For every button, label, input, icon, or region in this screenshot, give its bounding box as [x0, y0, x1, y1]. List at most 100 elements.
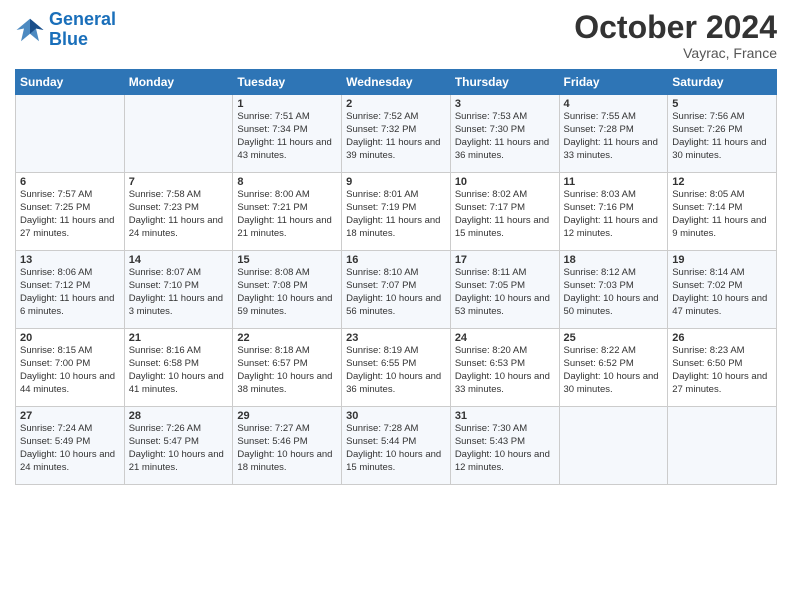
logo: General Blue [15, 10, 116, 50]
cell-content: Sunrise: 7:58 AM Sunset: 7:23 PM Dayligh… [129, 189, 229, 240]
cell-content: Sunrise: 7:53 AM Sunset: 7:30 PM Dayligh… [455, 111, 555, 162]
calendar-cell: 3Sunrise: 7:53 AM Sunset: 7:30 PM Daylig… [450, 95, 559, 173]
calendar-table: SundayMondayTuesdayWednesdayThursdayFrid… [15, 69, 777, 485]
location: Vayrac, France [574, 45, 777, 61]
day-header: Thursday [450, 70, 559, 95]
day-number: 9 [346, 176, 446, 188]
day-number: 23 [346, 332, 446, 344]
cell-content: Sunrise: 8:00 AM Sunset: 7:21 PM Dayligh… [237, 189, 337, 240]
day-number: 31 [455, 410, 555, 422]
calendar-cell: 24Sunrise: 8:20 AM Sunset: 6:53 PM Dayli… [450, 329, 559, 407]
day-number: 19 [672, 254, 772, 266]
calendar-cell: 2Sunrise: 7:52 AM Sunset: 7:32 PM Daylig… [342, 95, 451, 173]
title-block: October 2024 Vayrac, France [574, 10, 777, 61]
cell-content: Sunrise: 7:27 AM Sunset: 5:46 PM Dayligh… [237, 423, 337, 474]
cell-content: Sunrise: 7:26 AM Sunset: 5:47 PM Dayligh… [129, 423, 229, 474]
day-number: 13 [20, 254, 120, 266]
day-header: Wednesday [342, 70, 451, 95]
day-number: 16 [346, 254, 446, 266]
calendar-cell: 22Sunrise: 8:18 AM Sunset: 6:57 PM Dayli… [233, 329, 342, 407]
calendar-cell: 29Sunrise: 7:27 AM Sunset: 5:46 PM Dayli… [233, 407, 342, 485]
day-number: 5 [672, 98, 772, 110]
calendar-cell: 5Sunrise: 7:56 AM Sunset: 7:26 PM Daylig… [668, 95, 777, 173]
day-number: 1 [237, 98, 337, 110]
day-number: 29 [237, 410, 337, 422]
calendar-cell: 10Sunrise: 8:02 AM Sunset: 7:17 PM Dayli… [450, 173, 559, 251]
calendar-cell: 12Sunrise: 8:05 AM Sunset: 7:14 PM Dayli… [668, 173, 777, 251]
day-number: 2 [346, 98, 446, 110]
cell-content: Sunrise: 8:07 AM Sunset: 7:10 PM Dayligh… [129, 267, 229, 318]
cell-content: Sunrise: 8:02 AM Sunset: 7:17 PM Dayligh… [455, 189, 555, 240]
cell-content: Sunrise: 7:30 AM Sunset: 5:43 PM Dayligh… [455, 423, 555, 474]
calendar-cell: 13Sunrise: 8:06 AM Sunset: 7:12 PM Dayli… [16, 251, 125, 329]
calendar-cell: 14Sunrise: 8:07 AM Sunset: 7:10 PM Dayli… [124, 251, 233, 329]
calendar-cell: 9Sunrise: 8:01 AM Sunset: 7:19 PM Daylig… [342, 173, 451, 251]
day-header: Tuesday [233, 70, 342, 95]
calendar-cell [16, 95, 125, 173]
table-row: 13Sunrise: 8:06 AM Sunset: 7:12 PM Dayli… [16, 251, 777, 329]
calendar-cell: 18Sunrise: 8:12 AM Sunset: 7:03 PM Dayli… [559, 251, 668, 329]
calendar-cell: 25Sunrise: 8:22 AM Sunset: 6:52 PM Dayli… [559, 329, 668, 407]
calendar-cell [668, 407, 777, 485]
day-number: 17 [455, 254, 555, 266]
calendar-cell: 31Sunrise: 7:30 AM Sunset: 5:43 PM Dayli… [450, 407, 559, 485]
calendar-cell: 6Sunrise: 7:57 AM Sunset: 7:25 PM Daylig… [16, 173, 125, 251]
table-row: 20Sunrise: 8:15 AM Sunset: 7:00 PM Dayli… [16, 329, 777, 407]
day-number: 6 [20, 176, 120, 188]
cell-content: Sunrise: 7:28 AM Sunset: 5:44 PM Dayligh… [346, 423, 446, 474]
month-title: October 2024 [574, 10, 777, 45]
calendar-cell: 17Sunrise: 8:11 AM Sunset: 7:05 PM Dayli… [450, 251, 559, 329]
cell-content: Sunrise: 8:19 AM Sunset: 6:55 PM Dayligh… [346, 345, 446, 396]
calendar-cell: 21Sunrise: 8:16 AM Sunset: 6:58 PM Dayli… [124, 329, 233, 407]
day-number: 30 [346, 410, 446, 422]
cell-content: Sunrise: 8:10 AM Sunset: 7:07 PM Dayligh… [346, 267, 446, 318]
calendar-cell: 19Sunrise: 8:14 AM Sunset: 7:02 PM Dayli… [668, 251, 777, 329]
day-header: Sunday [16, 70, 125, 95]
cell-content: Sunrise: 7:52 AM Sunset: 7:32 PM Dayligh… [346, 111, 446, 162]
day-number: 4 [564, 98, 664, 110]
calendar-cell: 8Sunrise: 8:00 AM Sunset: 7:21 PM Daylig… [233, 173, 342, 251]
cell-content: Sunrise: 8:01 AM Sunset: 7:19 PM Dayligh… [346, 189, 446, 240]
cell-content: Sunrise: 8:03 AM Sunset: 7:16 PM Dayligh… [564, 189, 664, 240]
day-number: 14 [129, 254, 229, 266]
calendar-cell: 30Sunrise: 7:28 AM Sunset: 5:44 PM Dayli… [342, 407, 451, 485]
day-number: 10 [455, 176, 555, 188]
day-number: 12 [672, 176, 772, 188]
calendar-cell: 27Sunrise: 7:24 AM Sunset: 5:49 PM Dayli… [16, 407, 125, 485]
cell-content: Sunrise: 8:06 AM Sunset: 7:12 PM Dayligh… [20, 267, 120, 318]
day-number: 21 [129, 332, 229, 344]
calendar-cell: 20Sunrise: 8:15 AM Sunset: 7:00 PM Dayli… [16, 329, 125, 407]
day-number: 24 [455, 332, 555, 344]
calendar-cell: 15Sunrise: 8:08 AM Sunset: 7:08 PM Dayli… [233, 251, 342, 329]
cell-content: Sunrise: 7:55 AM Sunset: 7:28 PM Dayligh… [564, 111, 664, 162]
logo-bird-icon [15, 15, 45, 45]
calendar-cell: 16Sunrise: 8:10 AM Sunset: 7:07 PM Dayli… [342, 251, 451, 329]
cell-content: Sunrise: 8:05 AM Sunset: 7:14 PM Dayligh… [672, 189, 772, 240]
calendar-cell: 11Sunrise: 8:03 AM Sunset: 7:16 PM Dayli… [559, 173, 668, 251]
cell-content: Sunrise: 7:24 AM Sunset: 5:49 PM Dayligh… [20, 423, 120, 474]
cell-content: Sunrise: 8:23 AM Sunset: 6:50 PM Dayligh… [672, 345, 772, 396]
calendar-cell: 1Sunrise: 7:51 AM Sunset: 7:34 PM Daylig… [233, 95, 342, 173]
cell-content: Sunrise: 7:56 AM Sunset: 7:26 PM Dayligh… [672, 111, 772, 162]
calendar-cell: 26Sunrise: 8:23 AM Sunset: 6:50 PM Dayli… [668, 329, 777, 407]
calendar-cell: 7Sunrise: 7:58 AM Sunset: 7:23 PM Daylig… [124, 173, 233, 251]
table-row: 1Sunrise: 7:51 AM Sunset: 7:34 PM Daylig… [16, 95, 777, 173]
day-number: 28 [129, 410, 229, 422]
cell-content: Sunrise: 8:11 AM Sunset: 7:05 PM Dayligh… [455, 267, 555, 318]
day-header: Friday [559, 70, 668, 95]
day-number: 3 [455, 98, 555, 110]
calendar-cell: 28Sunrise: 7:26 AM Sunset: 5:47 PM Dayli… [124, 407, 233, 485]
day-header: Saturday [668, 70, 777, 95]
cell-content: Sunrise: 8:20 AM Sunset: 6:53 PM Dayligh… [455, 345, 555, 396]
calendar-cell [124, 95, 233, 173]
cell-content: Sunrise: 8:12 AM Sunset: 7:03 PM Dayligh… [564, 267, 664, 318]
day-number: 25 [564, 332, 664, 344]
day-number: 26 [672, 332, 772, 344]
logo-text: General Blue [49, 10, 116, 50]
calendar-cell [559, 407, 668, 485]
cell-content: Sunrise: 7:51 AM Sunset: 7:34 PM Dayligh… [237, 111, 337, 162]
day-number: 27 [20, 410, 120, 422]
cell-content: Sunrise: 8:08 AM Sunset: 7:08 PM Dayligh… [237, 267, 337, 318]
calendar-cell: 4Sunrise: 7:55 AM Sunset: 7:28 PM Daylig… [559, 95, 668, 173]
cell-content: Sunrise: 8:14 AM Sunset: 7:02 PM Dayligh… [672, 267, 772, 318]
